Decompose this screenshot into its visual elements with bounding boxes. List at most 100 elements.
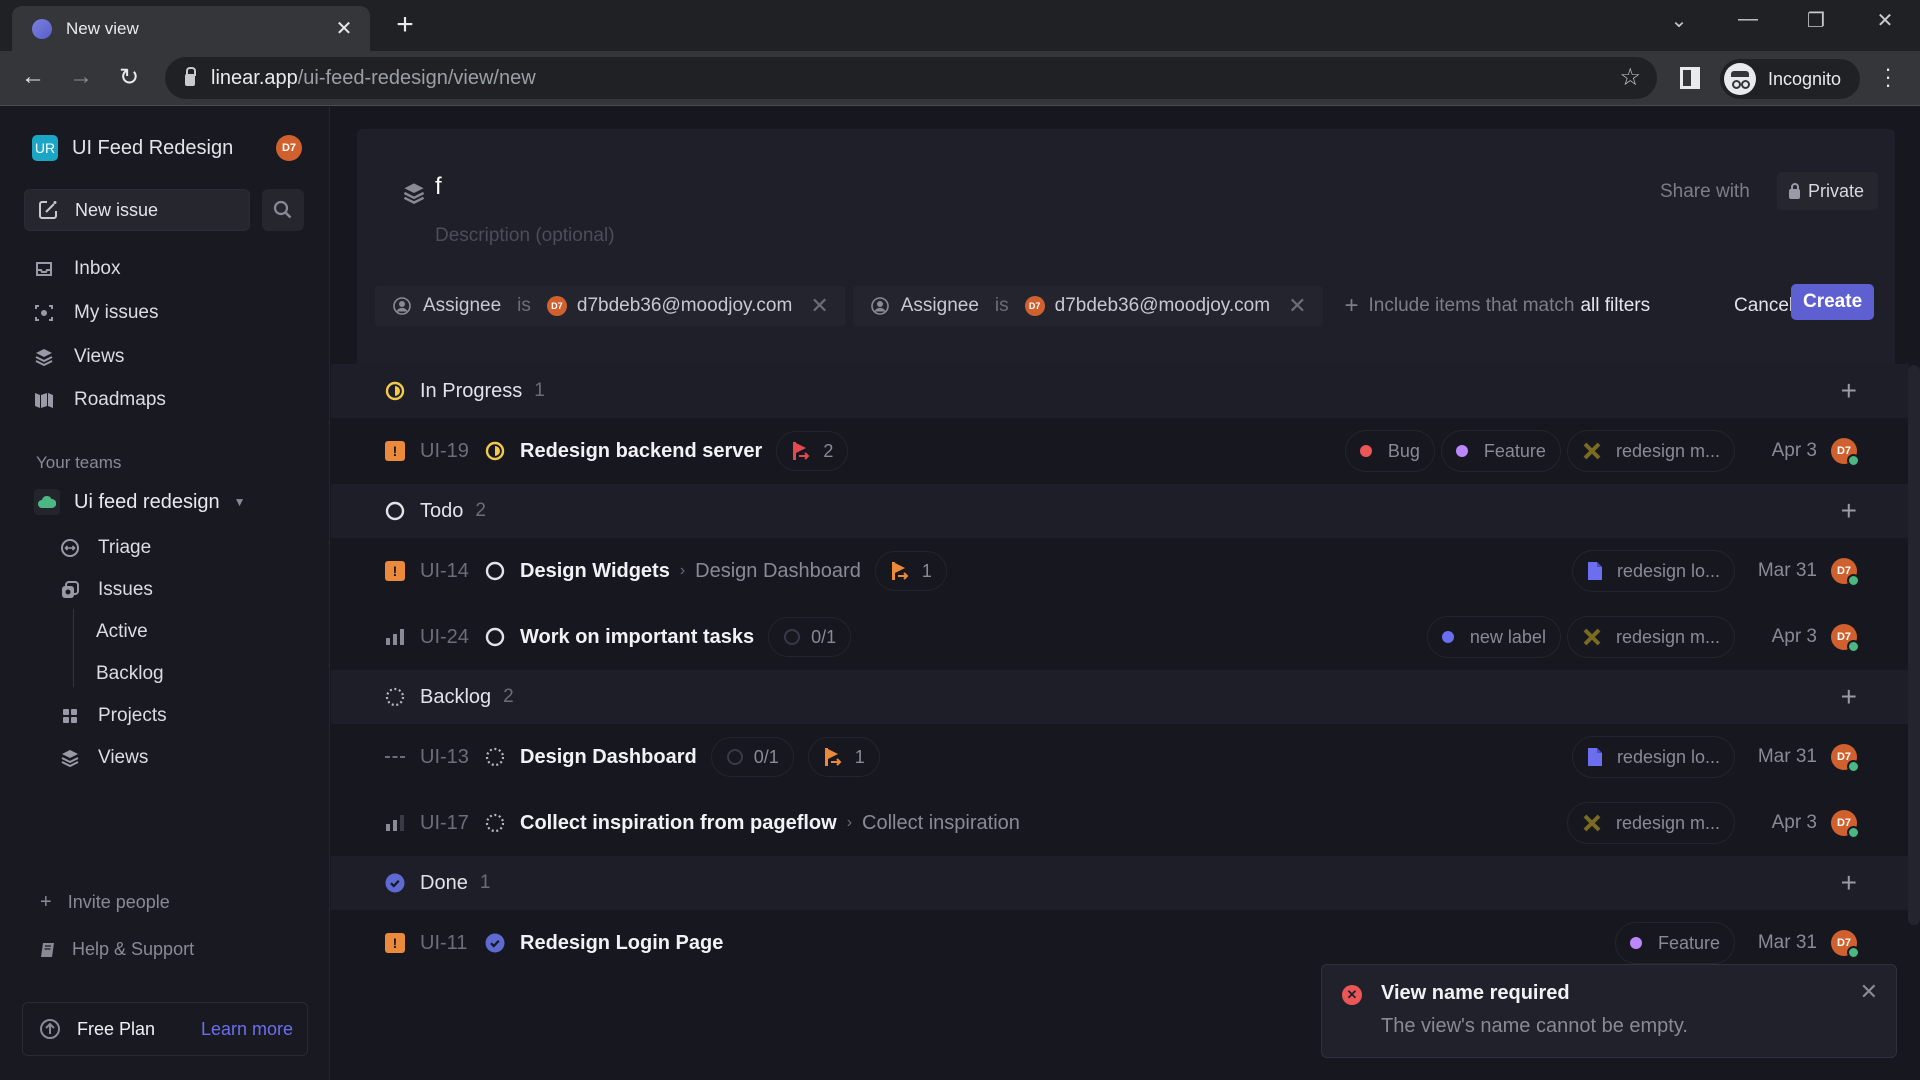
- sub-issue-count[interactable]: 1: [807, 737, 880, 777]
- sub-issue-count[interactable]: 1: [874, 551, 947, 591]
- sidebar-item-views[interactable]: Views: [34, 341, 124, 373]
- privacy-dropdown[interactable]: Private: [1777, 172, 1879, 210]
- filter-value[interactable]: D7 d7bdeb36@moodjoy.com: [539, 286, 800, 326]
- issue-row[interactable]: UI-13 Design Dashboard 0/1 1 redesign lo... M…: [331, 724, 1909, 790]
- view-name-input[interactable]: [435, 167, 1335, 207]
- help-support-button[interactable]: Help & Support: [40, 939, 194, 960]
- restore-icon[interactable]: ❐: [1801, 8, 1831, 33]
- add-issue-icon[interactable]: +: [1841, 681, 1857, 713]
- browser-menu-icon[interactable]: · · ·: [1878, 58, 1898, 96]
- issue-row[interactable]: ! UI-19 Redesign backend server 2 Bug Feature…: [331, 418, 1909, 484]
- browser-tab[interactable]: New view ✕: [12, 6, 370, 51]
- issue-row[interactable]: ! UI-14 Design Widgets › Design Dashboard 1 re…: [331, 538, 1909, 604]
- priority-indicator[interactable]: [384, 626, 406, 648]
- group-header-todo[interactable]: Todo 2 +: [331, 484, 1909, 538]
- project-pill[interactable]: redesign lo...: [1571, 550, 1735, 592]
- invite-people-button[interactable]: + Invite people: [40, 891, 170, 914]
- tab-search-chevron-icon[interactable]: ⌄: [1664, 8, 1694, 33]
- sidebar-item-team-views[interactable]: Views: [60, 742, 148, 774]
- filter-operator[interactable]: is: [987, 286, 1017, 326]
- sub-issue-progress[interactable]: 0/1: [710, 737, 794, 777]
- parent-issue-title[interactable]: Design Dashboard: [695, 560, 861, 583]
- sidebar-item-projects[interactable]: Projects: [60, 700, 167, 732]
- sidebar-item-roadmaps[interactable]: Roadmaps: [34, 384, 166, 416]
- project-pill[interactable]: redesign m...: [1566, 430, 1735, 472]
- user-avatar[interactable]: D7: [276, 135, 302, 161]
- label-pill[interactable]: Bug: [1344, 430, 1435, 472]
- priority-indicator[interactable]: !: [384, 560, 406, 582]
- sidebar-item-my-issues[interactable]: My issues: [34, 297, 158, 329]
- cancel-button[interactable]: Cancel: [1726, 289, 1801, 323]
- view-description-input[interactable]: [435, 221, 1335, 251]
- project-pill[interactable]: redesign m...: [1566, 802, 1735, 844]
- sidebar-item-backlog[interactable]: Backlog: [78, 658, 164, 690]
- incognito-profile-button[interactable]: Incognito: [1720, 59, 1860, 99]
- match-mode-toggle[interactable]: all filters: [1580, 295, 1650, 317]
- filter-match-mode[interactable]: + Include items that match all filters: [1345, 292, 1651, 320]
- label-pill[interactable]: Feature: [1614, 922, 1735, 964]
- list-scrollbar[interactable]: [1908, 365, 1920, 925]
- assignee-avatar[interactable]: D7: [1831, 930, 1860, 959]
- add-issue-icon[interactable]: +: [1841, 375, 1857, 407]
- group-header-backlog[interactable]: Backlog 2 +: [331, 670, 1909, 724]
- sub-issue-progress[interactable]: 0/1: [768, 617, 852, 657]
- sidebar-item-active[interactable]: Active: [78, 616, 148, 648]
- create-button[interactable]: Create: [1791, 284, 1875, 320]
- sidebar-item-triage[interactable]: Triage: [60, 532, 151, 564]
- assignee-avatar[interactable]: D7: [1831, 744, 1860, 773]
- priority-indicator[interactable]: [384, 812, 406, 834]
- add-filter-icon[interactable]: +: [1345, 292, 1359, 320]
- group-header-in-progress[interactable]: In Progress 1 +: [331, 364, 1909, 418]
- close-tab-icon[interactable]: ✕: [332, 16, 356, 41]
- view-icon-picker[interactable]: [397, 176, 431, 210]
- issue-row[interactable]: UI-17 Collect inspiration from pageflow › C…: [331, 790, 1909, 856]
- close-toast-icon[interactable]: ✕: [1860, 979, 1878, 1005]
- new-issue-button[interactable]: New issue: [24, 189, 250, 231]
- minimize-icon[interactable]: —: [1733, 8, 1763, 31]
- back-icon[interactable]: ←: [18, 63, 48, 91]
- priority-indicator[interactable]: !: [384, 932, 406, 954]
- add-issue-icon[interactable]: +: [1841, 495, 1857, 527]
- priority-indicator[interactable]: !: [384, 440, 406, 462]
- status-indicator[interactable]: [484, 746, 506, 768]
- project-pill[interactable]: redesign m...: [1566, 616, 1735, 658]
- status-indicator[interactable]: [484, 812, 506, 834]
- status-indicator[interactable]: [484, 440, 506, 462]
- add-issue-icon[interactable]: +: [1841, 867, 1857, 899]
- project-pill[interactable]: redesign lo...: [1571, 736, 1735, 778]
- caret-down-icon[interactable]: ▼: [234, 495, 246, 509]
- learn-more-link[interactable]: Learn more: [201, 1019, 293, 1040]
- bookmark-star-icon[interactable]: ☆: [1619, 63, 1641, 92]
- address-bar[interactable]: linear.app/ui-feed-redesign/view/new ☆: [165, 57, 1657, 99]
- priority-indicator[interactable]: [384, 746, 406, 768]
- assignee-avatar[interactable]: D7: [1831, 438, 1860, 467]
- forward-icon[interactable]: →: [66, 63, 96, 91]
- assignee-avatar[interactable]: D7: [1831, 624, 1860, 653]
- parent-issue-title[interactable]: Collect inspiration: [862, 812, 1020, 835]
- remove-filter-icon[interactable]: ✕: [1278, 293, 1312, 319]
- search-button[interactable]: [262, 189, 304, 231]
- status-indicator[interactable]: [484, 560, 506, 582]
- filter-value[interactable]: D7 d7bdeb36@moodjoy.com: [1017, 286, 1278, 326]
- team-ui-feed-redesign[interactable]: Ui feed redesign ▼: [34, 489, 246, 515]
- label-pill[interactable]: new label: [1426, 616, 1561, 658]
- filter-operator[interactable]: is: [509, 286, 539, 326]
- filter-field[interactable]: Assignee: [863, 286, 987, 326]
- status-indicator[interactable]: [484, 932, 506, 954]
- new-tab-button[interactable]: +: [390, 10, 420, 40]
- reload-icon[interactable]: ↻: [114, 63, 144, 92]
- issue-row[interactable]: UI-24 Work on important tasks 0/1 new label…: [331, 604, 1909, 670]
- sidebar-item-inbox[interactable]: Inbox: [34, 253, 120, 285]
- status-indicator[interactable]: [484, 626, 506, 648]
- workspace-switcher[interactable]: UR UI Feed Redesign D7: [32, 135, 302, 161]
- assignee-avatar[interactable]: D7: [1831, 810, 1860, 839]
- group-header-done[interactable]: Done 1 +: [331, 856, 1909, 910]
- sidebar-item-issues[interactable]: Issues: [60, 574, 153, 606]
- filter-field[interactable]: Assignee: [385, 286, 509, 326]
- label-pill[interactable]: Feature: [1440, 430, 1561, 472]
- assignee-avatar[interactable]: D7: [1831, 558, 1860, 587]
- sub-issue-count[interactable]: 2: [776, 431, 849, 471]
- remove-filter-icon[interactable]: ✕: [800, 293, 834, 319]
- close-window-icon[interactable]: ✕: [1870, 8, 1900, 33]
- side-panel-icon[interactable]: [1680, 67, 1700, 89]
